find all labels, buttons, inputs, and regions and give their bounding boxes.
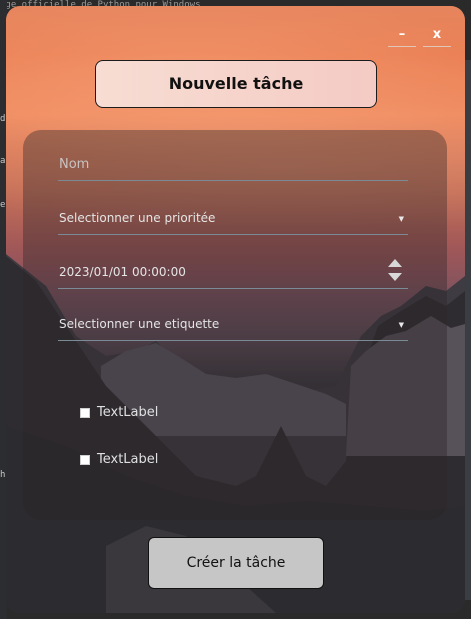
priority-select-value: Selectionner une prioritée bbox=[59, 211, 216, 225]
name-placeholder: Nom bbox=[59, 157, 90, 172]
spin-down-icon[interactable] bbox=[388, 273, 402, 281]
checkbox-1-label: TextLabel bbox=[97, 405, 159, 420]
chevron-down-icon: ▼ bbox=[398, 321, 404, 329]
priority-select[interactable]: Selectionner une prioritée ▼ bbox=[58, 208, 408, 235]
close-button[interactable]: x bbox=[423, 24, 451, 47]
datetime-value: 2023/01/01 00:00:00 bbox=[59, 265, 186, 279]
label-select[interactable]: Selectionner une etiquette ▼ bbox=[58, 314, 408, 341]
checkbox-1-box[interactable] bbox=[80, 408, 90, 418]
checkbox-2-label: TextLabel bbox=[97, 452, 159, 467]
spin-up-icon[interactable] bbox=[388, 259, 402, 267]
checkbox-2-box[interactable] bbox=[80, 455, 90, 465]
datetime-spinner[interactable] bbox=[388, 259, 402, 285]
form-panel: Nom Selectionner une prioritée ▼ 2023/01… bbox=[23, 130, 447, 520]
page-title: Nouvelle tâche bbox=[95, 60, 377, 108]
label-select-value: Selectionner une etiquette bbox=[59, 317, 220, 331]
chevron-down-icon: ▼ bbox=[398, 215, 404, 223]
datetime-field[interactable]: 2023/01/01 00:00:00 bbox=[58, 259, 408, 289]
background-scrollbar bbox=[465, 60, 471, 600]
new-task-window: – x Nouvelle tâche Nom Selectionner une … bbox=[6, 6, 465, 613]
minimize-button[interactable]: – bbox=[388, 24, 416, 47]
create-task-button[interactable]: Créer la tâche bbox=[148, 537, 324, 589]
name-field[interactable]: Nom bbox=[58, 154, 408, 181]
